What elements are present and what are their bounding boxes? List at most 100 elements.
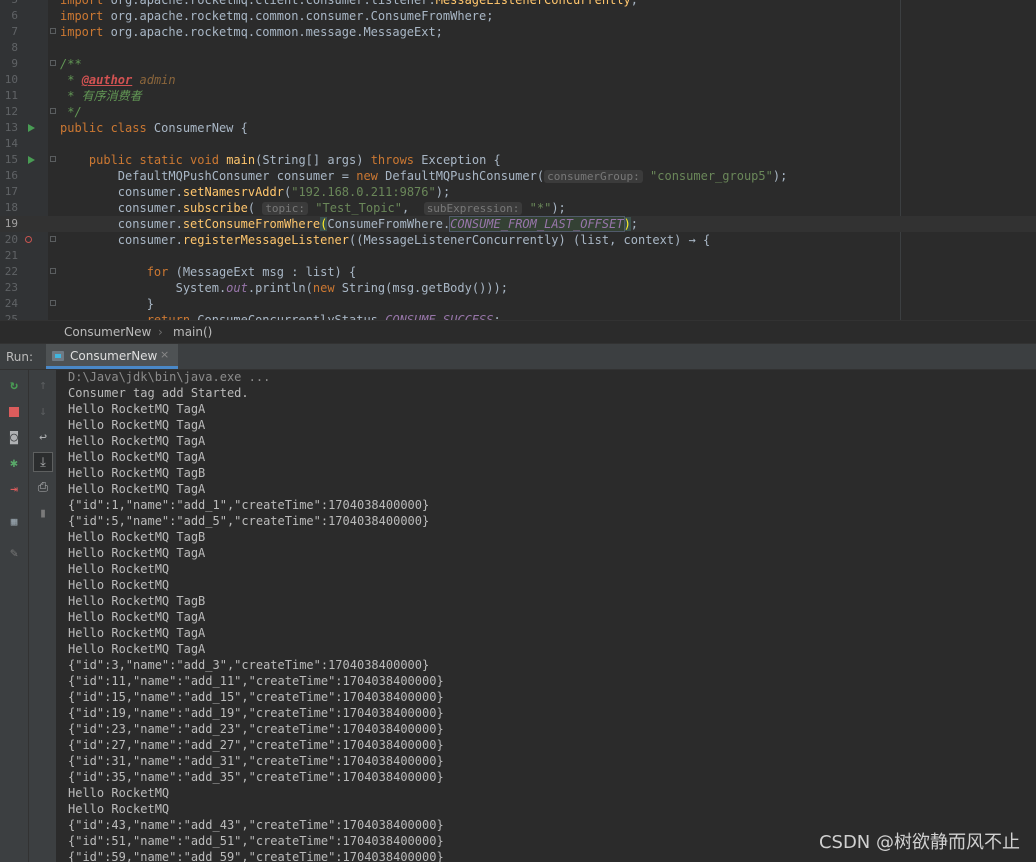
arrow-up-icon[interactable]: ↑ xyxy=(33,376,53,396)
breadcrumb-method[interactable]: main() xyxy=(173,321,212,343)
arrow-down-icon[interactable]: ↓ xyxy=(33,402,53,422)
code-line[interactable]: 16 DefaultMQPushConsumer consumer = new … xyxy=(0,168,1036,184)
code-line[interactable]: 15 public static void main(String[] args… xyxy=(0,152,1036,168)
code-line[interactable]: 21 xyxy=(0,248,1036,264)
override-marker-icon[interactable] xyxy=(25,236,32,243)
run-toolbar-secondary: ↑ ↓ ↩ ⤓ ⎙ ▮ xyxy=(28,370,56,862)
breadcrumb-separator: › xyxy=(158,325,163,339)
run-gutter-icon[interactable] xyxy=(28,124,35,132)
code-token: */ xyxy=(60,105,82,119)
fold-marker-icon[interactable] xyxy=(50,28,56,34)
code-line[interactable]: 20 consumer.registerMessageListener((Mes… xyxy=(0,232,1036,248)
fold-marker-icon[interactable] xyxy=(50,300,56,306)
line-number[interactable]: 9 xyxy=(0,56,18,72)
console-output-line: Hello RocketMQ TagA xyxy=(68,434,206,448)
line-number[interactable]: 19 xyxy=(0,216,18,232)
code-token: * 有序消费者 xyxy=(60,89,142,103)
code-line[interactable]: 24 } xyxy=(0,296,1036,312)
code-token: (String[] args) xyxy=(255,153,371,167)
run-gutter-icon[interactable] xyxy=(28,156,35,164)
code-line[interactable]: 17 consumer.setNamesrvAddr("192.168.0.21… xyxy=(0,184,1036,200)
code-token: org.apache.rocketmq.common.message.Messa… xyxy=(110,25,443,39)
line-number[interactable]: 10 xyxy=(0,72,18,88)
console-output-line: Hello RocketMQ xyxy=(68,786,170,800)
breadcrumb-class[interactable]: ConsumerNew xyxy=(64,321,151,343)
pin-icon[interactable]: ✎ xyxy=(4,544,24,564)
run-tab-consumernew[interactable]: ConsumerNew × xyxy=(46,344,178,369)
code-line[interactable]: 13 public class ConsumerNew { xyxy=(0,120,1036,136)
fold-marker-icon[interactable] xyxy=(50,108,56,114)
rerun-icon[interactable]: ↻ xyxy=(4,376,24,396)
code-line[interactable]: 18 consumer.subscribe( topic: "Test_Topi… xyxy=(0,200,1036,216)
code-line[interactable]: 10 * @author admin xyxy=(0,72,1036,88)
scroll-to-end-icon[interactable]: ⤓ xyxy=(33,452,53,472)
code-token: main xyxy=(226,153,256,167)
code-line[interactable]: 22 for (MessageExt msg : list) { xyxy=(0,264,1036,280)
console-output-line: Hello RocketMQ TagA xyxy=(68,482,206,496)
line-number[interactable]: 7 xyxy=(0,24,18,40)
exit-icon[interactable]: ⇥ xyxy=(4,480,24,500)
line-number[interactable]: 18 xyxy=(0,200,18,216)
console-output-line: Hello RocketMQ TagA xyxy=(68,642,206,656)
code-line[interactable]: 12 */ xyxy=(0,104,1036,120)
console-output-line: Hello RocketMQ xyxy=(68,578,170,592)
parameter-hint: topic: xyxy=(262,202,309,215)
line-number[interactable]: 16 xyxy=(0,168,18,184)
code-text: /** xyxy=(60,56,82,72)
code-token: MessageListenerConcurrently xyxy=(435,0,631,7)
print-icon[interactable]: ⎙ xyxy=(33,478,53,498)
code-token: "192.168.0.211:9876" xyxy=(291,185,436,199)
code-line[interactable]: 9 /** xyxy=(0,56,1036,72)
close-icon[interactable]: × xyxy=(160,348,169,361)
code-line[interactable]: 25 return ConsumeConcurrentlyStatus.CONS… xyxy=(0,312,1036,320)
code-line[interactable]: 19 consumer.setConsumeFromWhere(ConsumeF… xyxy=(0,216,1036,232)
fold-marker-icon[interactable] xyxy=(50,60,56,66)
code-token: String(msg.getBody())); xyxy=(341,281,508,295)
code-token: (MessageExt msg : list) { xyxy=(175,265,357,279)
fold-marker-icon[interactable] xyxy=(50,268,56,274)
line-number[interactable]: 17 xyxy=(0,184,18,200)
code-token: "Test_Topic" xyxy=(315,201,402,215)
line-number[interactable]: 12 xyxy=(0,104,18,120)
console-output-line: Hello RocketMQ TagB xyxy=(68,594,206,608)
line-number[interactable]: 22 xyxy=(0,264,18,280)
line-number[interactable]: 13 xyxy=(0,120,18,136)
line-number[interactable]: 5 xyxy=(0,0,18,8)
line-number[interactable]: 21 xyxy=(0,248,18,264)
code-text: public class ConsumerNew { xyxy=(60,120,248,136)
line-number[interactable]: 20 xyxy=(0,232,18,248)
fold-marker-icon[interactable] xyxy=(50,236,56,242)
layout-icon[interactable]: ▦ xyxy=(4,512,24,532)
code-token: ( xyxy=(247,201,263,215)
line-number[interactable]: 8 xyxy=(0,40,18,56)
code-token: Exception { xyxy=(421,153,501,167)
code-token: , xyxy=(402,201,424,215)
code-line[interactable]: 11 * 有序消费者 xyxy=(0,88,1036,104)
line-number[interactable]: 11 xyxy=(0,88,18,104)
line-number[interactable]: 24 xyxy=(0,296,18,312)
code-line[interactable]: 23 System.out.println(new String(msg.get… xyxy=(0,280,1036,296)
line-number[interactable]: 15 xyxy=(0,152,18,168)
breadcrumb: ConsumerNew › main() xyxy=(0,320,1036,344)
code-line[interactable]: 14 xyxy=(0,136,1036,152)
fold-marker-icon[interactable] xyxy=(50,156,56,162)
code-line[interactable]: 6 import org.apache.rocketmq.common.consu… xyxy=(0,8,1036,24)
code-text: * 有序消费者 xyxy=(60,88,142,104)
code-line[interactable]: 8 xyxy=(0,40,1036,56)
code-editor[interactable]: 5 import org.apache.rocketmq.client.consu… xyxy=(0,0,1036,320)
console-output-line: Hello RocketMQ TagA xyxy=(68,546,206,560)
stop-icon[interactable] xyxy=(4,402,24,422)
code-text: DefaultMQPushConsumer consumer = new Def… xyxy=(60,168,787,185)
line-number[interactable]: 6 xyxy=(0,8,18,24)
line-number[interactable]: 25 xyxy=(0,312,18,320)
line-number[interactable]: 23 xyxy=(0,280,18,296)
soft-wrap-icon[interactable]: ↩ xyxy=(33,428,53,448)
code-line[interactable]: 5 import org.apache.rocketmq.client.consu… xyxy=(0,0,1036,8)
trash-icon[interactable]: ▮ xyxy=(33,504,53,524)
code-line[interactable]: 7 import org.apache.rocketmq.common.messa… xyxy=(0,24,1036,40)
console-output[interactable]: D:\Java\jdk\bin\java.exe ... Consumer tag… xyxy=(56,370,1036,862)
line-number[interactable]: 14 xyxy=(0,136,18,152)
debug-icon[interactable]: ✱ xyxy=(4,454,24,474)
camera-icon[interactable]: ◙ xyxy=(4,428,24,448)
